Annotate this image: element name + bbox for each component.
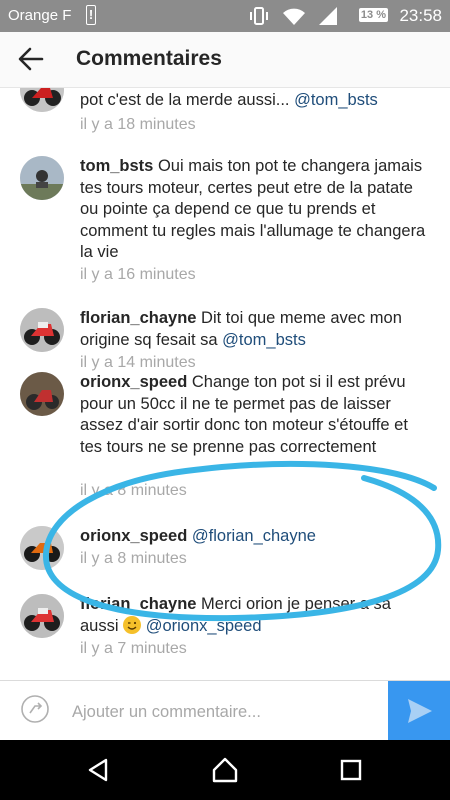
wink-emoji-icon [123, 615, 142, 634]
wifi-icon [283, 8, 305, 25]
comment-timestamp: il y a 8 minutes [80, 482, 187, 499]
signal-icon [319, 7, 337, 25]
comment-username[interactable]: orionx_speed [80, 527, 187, 545]
refresh-icon[interactable] [20, 694, 50, 724]
comment-username[interactable]: orionx_speed [80, 373, 187, 391]
comment-text: florian_chayne Merci orion je penser a s… [80, 595, 391, 635]
navigation-bar [0, 740, 450, 800]
status-bar: Orange F ! 13 % 23:58 [0, 0, 450, 32]
comment-text: florian_chayne Dit toi que meme avec mon… [80, 309, 402, 349]
clock: 23:58 [399, 6, 442, 25]
comment-timestamp: il y a 7 minutes [80, 640, 187, 657]
mention-link[interactable]: @tom_bsts [294, 91, 378, 109]
avatar[interactable] [20, 526, 64, 570]
send-icon [408, 699, 432, 723]
comment-text: tom_bsts Oui mais ton pot te changera ja… [80, 157, 426, 261]
status-icons [248, 6, 338, 26]
comment-timestamp: il y a 18 minutes [80, 116, 196, 133]
avatar[interactable] [20, 308, 64, 352]
nav-back-icon[interactable] [84, 755, 114, 785]
battery-level: 13 % [358, 8, 388, 22]
warning-icon: ! [86, 5, 96, 25]
comment-composer [0, 680, 450, 743]
mention-link[interactable]: @florian_chayne [192, 527, 316, 545]
nav-recents-icon[interactable] [336, 755, 366, 785]
comment-timestamp: il y a 16 minutes [80, 266, 196, 283]
comment-username[interactable]: florian_chayne [80, 595, 196, 613]
comment-text: orionx_speed Change ton pot si il est pr… [80, 373, 408, 456]
comment-username[interactable]: tom_bsts [80, 157, 153, 175]
avatar[interactable] [20, 88, 64, 112]
mention-link[interactable]: @orionx_speed [146, 617, 262, 635]
mention-link[interactable]: @tom_bsts [222, 331, 306, 349]
back-arrow-icon[interactable] [18, 46, 44, 72]
nav-home-icon[interactable] [210, 755, 240, 785]
comment-username[interactable]: florian_chayne [80, 309, 196, 327]
carrier-name: Orange F [8, 7, 72, 24]
comment-text: pot c'est de la merde aussi... @tom_bsts [80, 91, 378, 109]
app-bar: Commentaires [0, 32, 450, 88]
avatar[interactable] [20, 372, 64, 416]
comment-input[interactable] [70, 681, 384, 743]
send-button[interactable] [388, 681, 450, 741]
avatar[interactable] [20, 156, 64, 200]
comment-timestamp: il y a 14 minutes [80, 354, 196, 371]
comment-text: orionx_speed @florian_chayne [80, 526, 430, 548]
comment-timestamp: il y a 8 minutes [80, 550, 187, 567]
vibrate-icon [250, 7, 268, 25]
page-title: Commentaires [76, 47, 222, 70]
avatar[interactable] [20, 594, 64, 638]
comment-list[interactable]: pot c'est de la merde aussi... @tom_bsts… [0, 88, 450, 680]
